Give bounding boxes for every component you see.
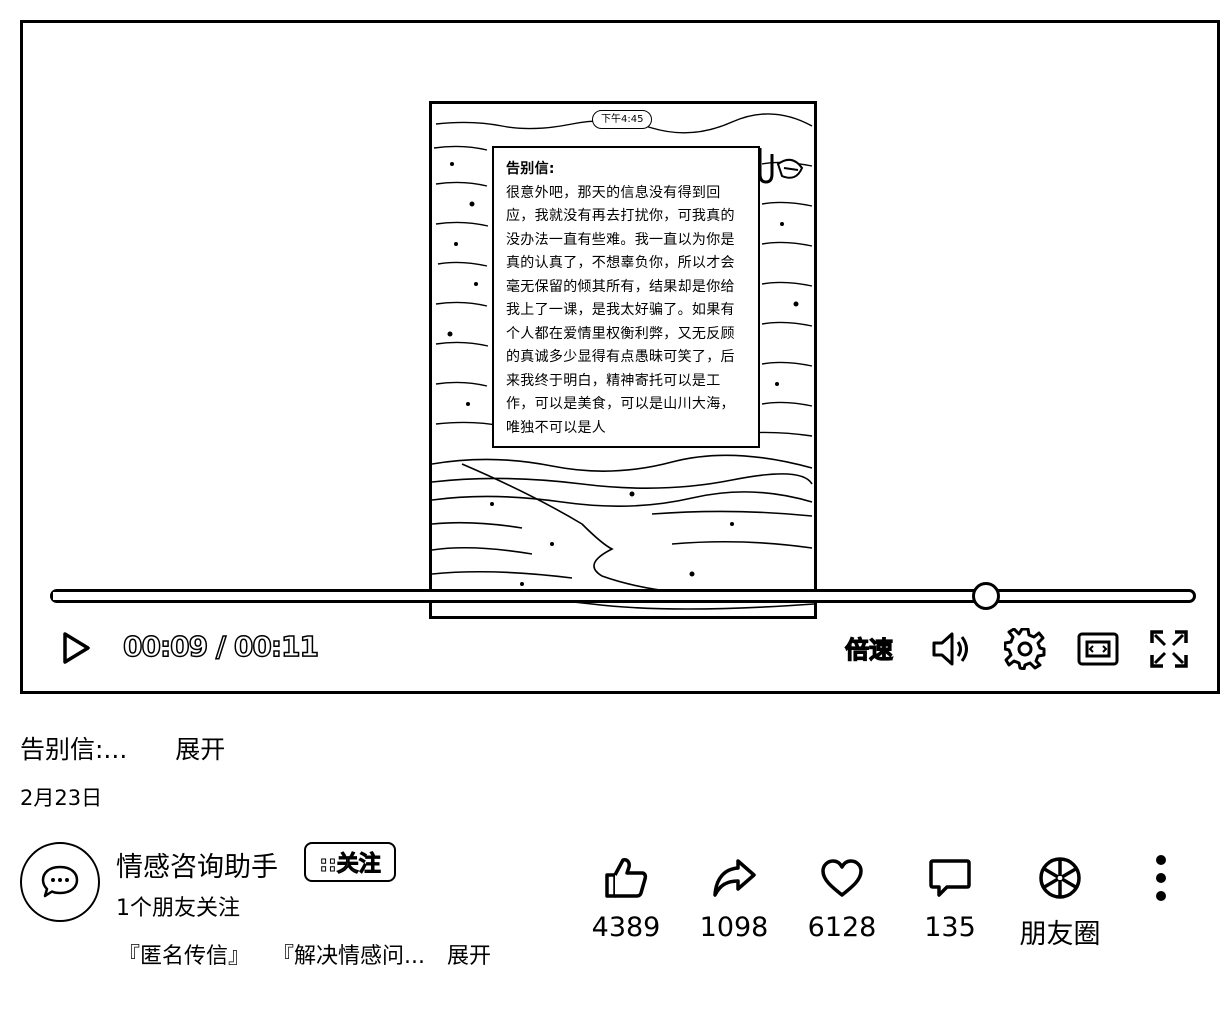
follow-button[interactable]: ::关注 bbox=[304, 842, 396, 882]
favorite-count: 6128 bbox=[807, 912, 877, 943]
progress-fill bbox=[53, 592, 986, 600]
share-button[interactable]: 1098 bbox=[679, 852, 789, 943]
author-tag: 『解决情感问... bbox=[272, 944, 425, 969]
speed-button[interactable]: 倍速 bbox=[844, 630, 893, 665]
letter-body: 很意外吧，那天的信息没有得到回应，我就没有再去打扰你，可我真的没办法一直有些难。… bbox=[506, 184, 735, 436]
play-icon[interactable] bbox=[57, 629, 95, 667]
progress-bar[interactable] bbox=[50, 582, 1196, 610]
settings-gear-icon[interactable] bbox=[1003, 627, 1047, 671]
author-tags-row: 『匿名传信』 『解决情感问... 展开 bbox=[118, 938, 491, 970]
share-arrow-icon bbox=[713, 859, 756, 897]
post-title-row: 告别信:... 展开 bbox=[20, 730, 225, 766]
time-readout: 00:09 / 00:11 bbox=[122, 628, 320, 664]
more-options-icon[interactable] bbox=[1146, 855, 1176, 901]
picture-in-picture-icon[interactable] bbox=[1075, 627, 1121, 671]
letter-title: 告别信: bbox=[506, 161, 555, 177]
friends-following-count: 1个朋友关注 bbox=[116, 896, 240, 921]
more-dot bbox=[1156, 855, 1166, 865]
letter-card: 告别信: 很意外吧，那天的信息没有得到回应，我就没有再去打扰你，可我真的没办法一… bbox=[492, 146, 760, 448]
time-separator: / bbox=[207, 629, 234, 664]
expand-title-link[interactable]: 展开 bbox=[175, 730, 225, 766]
thumbs-up-icon bbox=[605, 858, 648, 898]
progress-knob[interactable] bbox=[971, 582, 1000, 610]
fullscreen-icon[interactable] bbox=[1147, 627, 1191, 671]
like-button[interactable]: 4389 bbox=[571, 852, 681, 943]
like-count: 4389 bbox=[591, 912, 661, 943]
chat-bubble-icon bbox=[41, 865, 79, 898]
moments-button[interactable]: 朋友圈 bbox=[1005, 852, 1115, 951]
heart-icon bbox=[821, 859, 863, 897]
author-tag: 『匿名传信』 bbox=[118, 944, 251, 969]
video-frame[interactable]: 下午4:45 告别信: 很意外吧，那天的信息没有得到回应，我就没有再去打扰你，可… bbox=[429, 101, 817, 619]
expand-tags-link[interactable]: 展开 bbox=[447, 938, 491, 970]
phone-status-time: 下午4:45 bbox=[592, 110, 653, 129]
post-title: 告别信:... bbox=[20, 735, 128, 764]
total-time: 00:11 bbox=[233, 629, 320, 664]
favorite-button[interactable]: 6128 bbox=[787, 852, 897, 943]
post-date: 2月23日 bbox=[20, 786, 103, 810]
volume-icon[interactable] bbox=[929, 627, 973, 671]
comment-bubble-icon bbox=[929, 859, 971, 897]
moments-label: 朋友圈 bbox=[1019, 919, 1101, 950]
share-count: 1098 bbox=[699, 912, 769, 943]
comment-button[interactable]: 135 bbox=[895, 852, 1005, 943]
author-name[interactable]: 情感咨询助手 bbox=[116, 845, 278, 884]
aperture-icon bbox=[1039, 857, 1081, 899]
paper-clip-icon bbox=[758, 148, 804, 184]
author-avatar[interactable] bbox=[20, 842, 100, 922]
comment-count: 135 bbox=[924, 912, 976, 943]
more-dot bbox=[1156, 891, 1166, 901]
current-time: 00:09 bbox=[122, 629, 209, 664]
video-player[interactable]: 下午4:45 告别信: 很意外吧，那天的信息没有得到回应，我就没有再去打扰你，可… bbox=[20, 20, 1220, 694]
more-dot bbox=[1156, 873, 1166, 883]
